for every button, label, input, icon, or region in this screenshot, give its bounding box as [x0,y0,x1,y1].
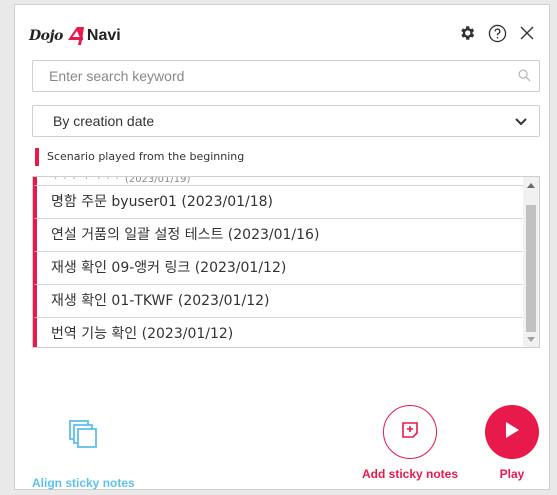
add-note-icon [401,421,419,444]
logo-dojo-text: Dojo [29,28,63,44]
search-icon[interactable] [518,69,531,87]
help-circle-icon[interactable] [487,23,507,43]
play-circle [485,405,539,459]
close-icon[interactable] [517,23,537,43]
chevron-down-icon [515,113,527,129]
search-box [32,60,540,92]
logo-navi-text: Navi [86,27,121,44]
scenario-list-items: ㆍㆍㆍ ㆍ ㆍㆍㆍ (2023/01/19) 명함 주문 byuser01 (20… [33,177,524,347]
sort-selected-label: By creation date [53,113,155,129]
play-icon [505,421,519,443]
header-actions [457,23,537,43]
add-sticky-notes-label: Add sticky notes [362,467,459,481]
scroll-down-arrow-icon[interactable] [523,331,539,347]
list-item[interactable]: ㆍㆍㆍ ㆍ ㆍㆍㆍ (2023/01/19) [33,177,524,186]
list-item[interactable]: 명함 주문 byuser01 (2023/01/18) [33,186,524,219]
align-sticky-notes-button[interactable]: Align sticky notes [32,419,135,490]
play-label: Play [499,467,525,481]
list-scrollbar[interactable] [523,177,539,347]
align-sticky-notes-label: Align sticky notes [32,476,135,490]
add-sticky-notes-circle [383,405,438,459]
stacked-notes-icon [68,419,98,454]
list-item[interactable]: 재생 확인 09-앵커 링크 (2023/01/12) [33,252,524,285]
add-sticky-notes-button[interactable]: Add sticky notes [362,405,458,481]
play-button[interactable]: Play [485,405,539,481]
app-logo: Dojo Navi [29,25,121,47]
list-item[interactable]: 번역 기능 확인 (2023/01/12) [33,318,524,347]
sort-dropdown[interactable]: By creation date [32,105,540,137]
status-message: Scenario played from the beginning [35,148,244,166]
gear-icon[interactable] [457,23,477,43]
logo-four-icon [67,27,84,45]
header: Dojo Navi [15,5,549,59]
search-input[interactable] [33,61,509,91]
scrollbar-thumb[interactable] [526,205,536,332]
scenario-list: ㆍㆍㆍ ㆍ ㆍㆍㆍ (2023/01/19) 명함 주문 byuser01 (20… [32,176,540,348]
list-item[interactable]: 연설 거품의 일괄 설정 테스트 (2023/01/16) [33,219,524,252]
navi-panel: Dojo Navi By creation date [14,4,550,490]
list-item[interactable]: 재생 확인 01-TKWF (2023/01/12) [33,285,524,318]
scroll-up-arrow-icon[interactable] [523,177,539,193]
